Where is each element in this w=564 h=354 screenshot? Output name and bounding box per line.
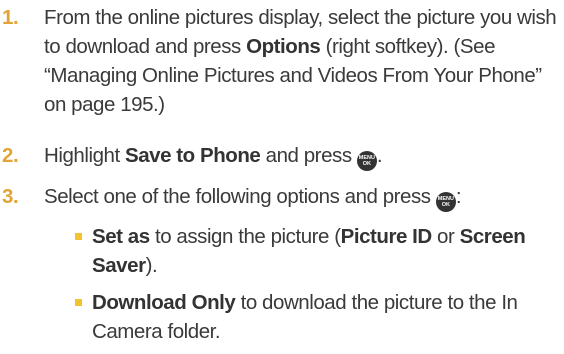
bullet-square-icon: [75, 299, 82, 306]
list-item: Set as to assign the picture (Picture ID…: [75, 222, 562, 280]
step-2: 2. Highlight Save to Phone and press MEN…: [0, 141, 564, 171]
save-to-phone-label: Save to Phone: [124, 144, 261, 167]
option-list: Set as to assign the picture (Picture ID…: [0, 222, 564, 354]
step-1: 1. From the online pictures display, sel…: [0, 3, 564, 119]
step-number: 2.: [2, 144, 19, 167]
menu-ok-key-icon: MENU OK: [435, 192, 456, 212]
step-text: From the online pictures display, select…: [44, 6, 557, 116]
list-item: Download Only to download the picture to…: [75, 288, 562, 346]
option-name: Download Only: [92, 291, 236, 314]
step-number: 3.: [2, 185, 19, 208]
step-number: 1.: [2, 6, 19, 29]
bullet-square-icon: [75, 233, 82, 240]
menu-ok-key-icon: MENU OK: [356, 151, 377, 171]
option-name: Set as: [92, 225, 150, 248]
step-text: Select one of the following options and …: [44, 182, 562, 212]
instruction-page: 1. From the online pictures display, sel…: [0, 0, 564, 343]
options-softkey-label: Options: [246, 35, 321, 58]
step-3: 3. Select one of the following options a…: [0, 182, 564, 212]
step-text: Highlight Save to Phone and press MENU OK…: [44, 141, 562, 171]
